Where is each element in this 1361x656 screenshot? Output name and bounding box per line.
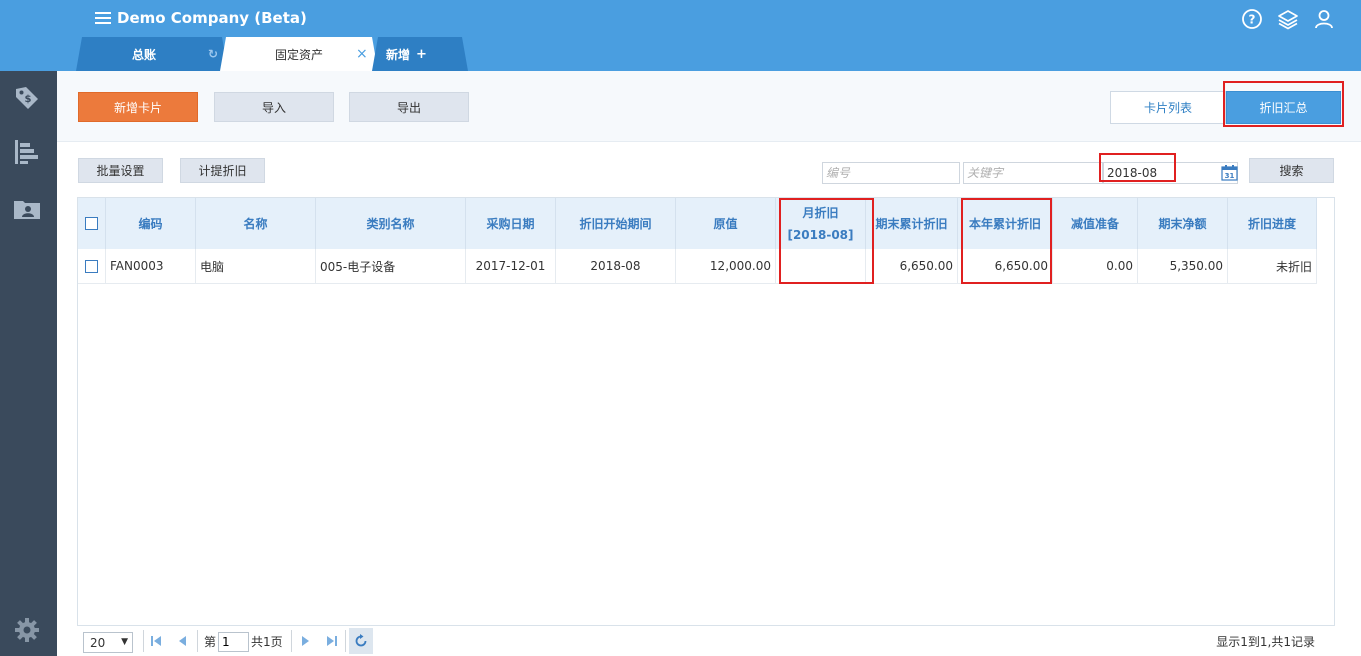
settings-gear-icon[interactable] xyxy=(12,615,42,645)
company-brand[interactable]: Demo Company (Beta) xyxy=(95,9,307,27)
next-page-icon[interactable] xyxy=(299,634,313,648)
header-period-end-acc-dep[interactable]: 期末累计折旧 xyxy=(866,198,958,249)
card-list-button[interactable]: 卡片列表 xyxy=(1110,91,1226,124)
tab-general-ledger[interactable]: 总账 ↻ xyxy=(76,37,228,71)
tab-label: 总账 xyxy=(132,47,157,62)
cell-dep-progress[interactable]: 未折旧 xyxy=(1228,249,1317,284)
company-title: Demo Company (Beta) xyxy=(117,9,307,27)
svg-text:?: ? xyxy=(1249,13,1256,27)
cell-code[interactable]: FAN0003 xyxy=(106,249,196,284)
code-input[interactable] xyxy=(822,162,960,184)
user-icon[interactable] xyxy=(1313,8,1335,30)
search-button[interactable]: 搜索 xyxy=(1249,158,1334,183)
header-code[interactable]: 编码 xyxy=(106,198,196,249)
assets-table: 编码 名称 类别名称 采购日期 折旧开始期间 原值 月折旧 [2018-08] … xyxy=(77,197,1335,626)
batch-settings-button[interactable]: 批量设置 xyxy=(78,158,163,183)
import-button[interactable]: 导入 xyxy=(214,92,334,122)
header-net-value[interactable]: 期末净额 xyxy=(1138,198,1228,249)
header-dep-progress[interactable]: 折旧进度 xyxy=(1228,198,1317,249)
keyword-input[interactable] xyxy=(963,162,1103,184)
cell-monthly-dep[interactable] xyxy=(776,249,866,284)
header-monthly-dep-period: [2018-08] xyxy=(787,227,854,242)
chevron-down-icon: ▼ xyxy=(121,637,128,647)
header-original-value[interactable]: 原值 xyxy=(676,198,776,249)
cell-original-value[interactable]: 12,000.00 xyxy=(676,249,776,284)
row-checkbox[interactable] xyxy=(85,259,98,273)
cell-name[interactable]: 电脑 xyxy=(196,249,316,284)
cell-purchase-date[interactable]: 2017-12-01 xyxy=(466,249,556,284)
cell-period-end-acc-dep[interactable]: 6,650.00 xyxy=(866,249,958,284)
page-size-select[interactable]: 20 ▼ xyxy=(83,632,133,653)
left-sidebar: $ xyxy=(0,71,57,656)
header-name[interactable]: 名称 xyxy=(196,198,316,249)
tab-refresh-icon[interactable]: ↻ xyxy=(208,47,218,61)
tab-label: 新增 xyxy=(386,47,411,62)
calendar-icon[interactable]: 31 xyxy=(1221,164,1238,181)
period-input[interactable] xyxy=(1103,162,1238,184)
header-year-acc-dep[interactable]: 本年累计折旧 xyxy=(958,198,1053,249)
header-checkbox-cell xyxy=(78,198,106,249)
tab-add-new[interactable]: 新增 + xyxy=(372,37,468,71)
plus-icon: + xyxy=(416,46,427,62)
header-purchase-date[interactable]: 采购日期 xyxy=(466,198,556,249)
cell-net-value[interactable]: 5,350.00 xyxy=(1138,249,1228,284)
svg-text:$: $ xyxy=(25,94,32,105)
tab-label: 固定资产 xyxy=(275,47,324,62)
header-monthly-dep[interactable]: 月折旧 [2018-08] xyxy=(776,198,866,249)
pager-divider xyxy=(197,630,198,652)
header-monthly-dep-label: 月折旧 xyxy=(802,205,839,220)
prev-page-icon[interactable] xyxy=(175,634,189,648)
page-number-input[interactable] xyxy=(218,632,249,652)
folder-contact-icon[interactable] xyxy=(12,193,42,223)
select-all-checkbox[interactable] xyxy=(85,217,98,230)
page-prefix: 第 xyxy=(204,635,217,649)
svg-text:31: 31 xyxy=(1225,172,1235,180)
cell-dep-start[interactable]: 2018-08 xyxy=(556,249,676,284)
pager-divider xyxy=(143,630,144,652)
page-total: 共1页 xyxy=(251,635,283,649)
add-card-button[interactable]: 新增卡片 xyxy=(78,92,198,122)
refresh-icon[interactable] xyxy=(349,628,373,654)
header-dep-start[interactable]: 折旧开始期间 xyxy=(556,198,676,249)
pager-divider xyxy=(291,630,292,652)
accrue-depreciation-button[interactable]: 计提折旧 xyxy=(180,158,265,183)
export-button[interactable]: 导出 xyxy=(349,92,469,122)
last-page-icon[interactable] xyxy=(325,634,339,648)
page-size-value: 20 xyxy=(90,635,106,650)
row-checkbox-cell xyxy=(78,249,106,284)
first-page-icon[interactable] xyxy=(149,634,163,648)
header-category[interactable]: 类别名称 xyxy=(316,198,466,249)
help-icon[interactable]: ? xyxy=(1241,8,1263,30)
cell-year-acc-dep[interactable]: 6,650.00 xyxy=(958,249,1053,284)
tab-close-icon[interactable]: × xyxy=(356,46,368,62)
tab-fixed-assets[interactable]: 固定资产 × xyxy=(220,37,378,71)
bar-list-icon[interactable] xyxy=(12,137,42,167)
layers-icon[interactable] xyxy=(1277,8,1299,30)
tag-dollar-icon[interactable]: $ xyxy=(12,83,42,113)
header-impairment[interactable]: 减值准备 xyxy=(1053,198,1138,249)
depreciation-summary-button[interactable]: 折旧汇总 xyxy=(1226,91,1341,124)
cell-impairment[interactable]: 0.00 xyxy=(1053,249,1138,284)
pager-divider xyxy=(345,630,346,652)
pagination-bar: 20 ▼ 第 共1页 显示1到1,共1记录 xyxy=(57,626,1361,656)
cell-category[interactable]: 005-电子设备 xyxy=(316,249,466,284)
record-info: 显示1到1,共1记录 xyxy=(1216,635,1315,649)
hamburger-menu-icon[interactable] xyxy=(95,12,111,24)
